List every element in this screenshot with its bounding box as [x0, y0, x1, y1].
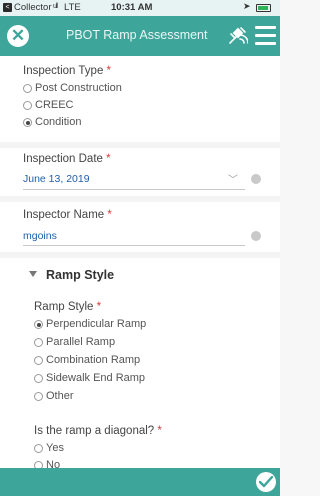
chevron-down-icon[interactable]: ﹀ — [228, 171, 238, 186]
footer-bar — [0, 468, 280, 496]
inspector-name-field[interactable]: mgoins — [23, 230, 57, 242]
inspection-type-label: Inspection Type * — [23, 65, 112, 77]
checkmark-icon — [259, 476, 273, 488]
hamburger-menu-icon[interactable] — [255, 26, 276, 45]
option-label: Perpendicular Ramp — [46, 318, 147, 330]
collapse-triangle-icon[interactable] — [29, 271, 37, 277]
carrier-label: LTE — [64, 2, 81, 13]
radio-circle-selected[interactable] — [23, 118, 32, 127]
satellite-icon — [229, 27, 249, 44]
status-bar: < Collector ull LTE 10:31 AM ➤ — [0, 0, 280, 16]
diagonal-question-label: Is the ramp a diagonal? * — [34, 425, 162, 437]
option-label: Post Construction — [35, 82, 122, 94]
radio-circle[interactable] — [34, 461, 43, 468]
option-label: Combination Ramp — [46, 354, 141, 366]
clear-name-icon[interactable] — [251, 231, 261, 241]
option-label: No — [46, 459, 61, 468]
inspection-type-section: Inspection Type * Post Construction CREE… — [0, 56, 280, 142]
option-label: Parallel Ramp — [46, 336, 116, 348]
page-title: PBOT Ramp Assessment — [66, 28, 208, 42]
radio-circle[interactable] — [34, 374, 43, 383]
radio-circle[interactable] — [34, 392, 43, 401]
radio-circle[interactable] — [34, 338, 43, 347]
back-to-app-icon[interactable]: < — [3, 3, 12, 12]
gps-satellite-button[interactable] — [226, 25, 249, 47]
radio-circle[interactable] — [34, 356, 43, 365]
option-label: CREEC — [35, 99, 74, 111]
back-app-name[interactable]: Collector — [14, 2, 52, 13]
battery-icon — [256, 4, 271, 12]
signal-icon: ull — [53, 3, 58, 10]
ramp-style-group-heading[interactable]: Ramp Style — [46, 268, 114, 282]
inspection-date-label: Inspection Date * — [23, 153, 111, 165]
inspection-date-field[interactable]: June 13, 2019 — [23, 173, 90, 185]
radio-circle[interactable] — [23, 84, 32, 93]
location-arrow-icon: ➤ — [243, 1, 251, 11]
ramp-style-label: Ramp Style * — [34, 301, 102, 313]
ramp-style-group: Ramp Style Ramp Style * Perpendicular Ra… — [0, 258, 280, 468]
radio-circle[interactable] — [34, 444, 43, 453]
form-content[interactable]: Inspection Type * Post Construction CREE… — [0, 56, 280, 468]
option-label: Other — [46, 390, 74, 402]
inspector-name-label: Inspector Name * — [23, 209, 112, 221]
inspection-date-section: Inspection Date * June 13, 2019 ﹀ — [0, 148, 280, 196]
option-label: Sidewalk End Ramp — [46, 372, 146, 384]
radio-circle[interactable] — [23, 101, 32, 110]
date-underline — [23, 189, 245, 190]
option-label: Yes — [46, 442, 64, 454]
close-button[interactable]: ✕ — [7, 25, 29, 47]
radio-circle-selected[interactable] — [34, 320, 43, 329]
option-label: Condition — [35, 116, 82, 128]
app-header: ✕ PBOT Ramp Assessment — [0, 16, 280, 56]
clear-date-icon[interactable] — [251, 174, 261, 184]
inspector-name-section: Inspector Name * mgoins — [0, 202, 280, 252]
clock: 10:31 AM — [111, 2, 153, 13]
name-underline — [23, 245, 245, 246]
submit-button[interactable] — [256, 472, 276, 492]
